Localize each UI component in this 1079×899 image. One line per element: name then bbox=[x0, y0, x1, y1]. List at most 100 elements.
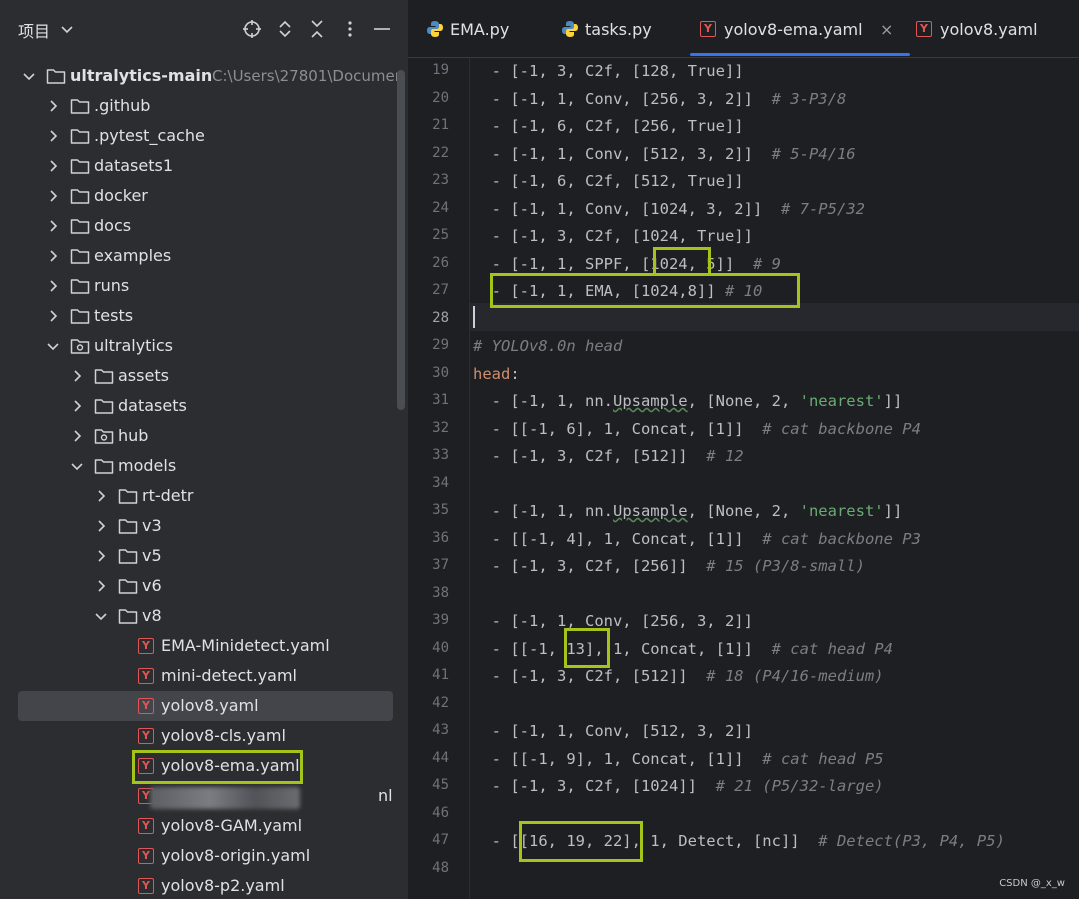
folder-icon bbox=[118, 609, 138, 624]
line-number: 47 bbox=[432, 832, 449, 848]
tree-item[interactable]: Yyolov8-ema.yaml bbox=[0, 751, 408, 781]
tree-item[interactable]: Ymini-detect.yaml bbox=[0, 661, 408, 691]
chevron-right-icon[interactable] bbox=[46, 309, 60, 323]
tree-item[interactable]: ultralytics-main C:\Users\27801\Documen bbox=[0, 61, 408, 91]
code-line: - [[-1, 6], 1, Concat, [1]] # cat backbo… bbox=[473, 418, 921, 440]
tree-item[interactable]: docs bbox=[0, 211, 408, 241]
close-tab-icon[interactable]: × bbox=[880, 20, 893, 39]
code-token: # 9 bbox=[752, 254, 781, 273]
chevron-right-icon[interactable] bbox=[94, 489, 108, 503]
editor-tab-label: yolov8.yaml bbox=[940, 20, 1038, 39]
editor-tab[interactable]: EMA.py bbox=[426, 0, 546, 58]
chevron-right-icon[interactable] bbox=[94, 519, 108, 533]
tree-item[interactable]: .pytest_cache bbox=[0, 121, 408, 151]
tree-item[interactable]: Y EMA-Minidetect.yaml bbox=[0, 631, 408, 661]
expand-all-icon[interactable] bbox=[275, 19, 295, 39]
code-token: - [-1, 1, Conv, [1024, 3, 2]] bbox=[473, 199, 781, 218]
chevron-right-icon[interactable] bbox=[46, 249, 60, 263]
chevron-right-icon[interactable] bbox=[46, 159, 60, 173]
code-line: - [-1, 3, C2f, [1024]] # 21 (P5/32-large… bbox=[473, 775, 884, 797]
tree-item[interactable]: tests bbox=[0, 301, 408, 331]
chevron-right-icon[interactable] bbox=[46, 189, 60, 203]
yaml-file-icon: Y bbox=[916, 21, 932, 37]
folder-icon bbox=[70, 99, 90, 114]
code-token: # cat head P4 bbox=[771, 639, 893, 658]
locate-icon[interactable] bbox=[242, 19, 262, 39]
code-line: # YOLOv8.0n head bbox=[473, 335, 622, 357]
code-token: ]] bbox=[883, 392, 903, 410]
project-panel: 项目 ultralytics-main C:\Users\27801\Docume… bbox=[0, 0, 408, 899]
chevron-right-icon[interactable] bbox=[46, 129, 60, 143]
tree-item[interactable]: docker bbox=[0, 181, 408, 211]
chevron-right-icon[interactable] bbox=[70, 429, 84, 443]
tree-item-label: v8 bbox=[142, 606, 162, 625]
code-line: - [-1, 6, C2f, [512, True]] bbox=[473, 170, 744, 192]
chevron-down-icon[interactable] bbox=[94, 609, 108, 623]
editor-tab[interactable]: Yyolov8-ema.yaml × bbox=[690, 0, 910, 58]
tree-item[interactable]: Yyolov8.yaml bbox=[18, 691, 393, 721]
yaml-file-icon: Y bbox=[138, 818, 154, 834]
folder-icon bbox=[118, 519, 138, 534]
tree-item[interactable]: runs bbox=[0, 271, 408, 301]
tree-item[interactable]: assets bbox=[0, 361, 408, 391]
line-number: 44 bbox=[432, 749, 449, 766]
tree-item[interactable]: Yyolov8-GAM.yaml bbox=[0, 811, 408, 841]
chevron-right-icon[interactable] bbox=[46, 219, 60, 233]
code-token: , [None, 2, bbox=[687, 392, 800, 410]
tree-item[interactable]: datasets bbox=[0, 391, 408, 421]
folder-icon bbox=[70, 129, 90, 144]
tree-item[interactable]: Yyolov8-cls.yaml bbox=[0, 721, 408, 751]
chevron-right-icon[interactable] bbox=[70, 369, 84, 383]
tree-item[interactable]: examples bbox=[0, 241, 408, 271]
yaml-file-icon: Y bbox=[138, 758, 154, 774]
chevron-down-icon[interactable] bbox=[60, 22, 74, 36]
package-folder-icon bbox=[70, 339, 90, 354]
chevron-down-icon[interactable] bbox=[70, 459, 84, 473]
tree-item[interactable]: v3 bbox=[0, 511, 408, 541]
hide-panel-icon[interactable] bbox=[372, 19, 392, 39]
folder-icon bbox=[118, 579, 138, 594]
tree-item-label: tests bbox=[94, 306, 134, 325]
code-line: - [-1, 1, Conv, [512, 3, 2]] bbox=[473, 720, 753, 742]
tree-item[interactable]: v6 bbox=[0, 571, 408, 601]
tree-item[interactable]: rt-detr bbox=[0, 481, 408, 511]
more-options-icon[interactable] bbox=[340, 19, 360, 39]
collapse-all-icon[interactable] bbox=[307, 19, 327, 39]
tree-item-label: models bbox=[118, 456, 177, 475]
tree-item[interactable]: v8 bbox=[0, 601, 408, 631]
line-number: 19 bbox=[432, 62, 449, 78]
chevron-right-icon[interactable] bbox=[46, 99, 60, 113]
code-token: - [[16, 19, 22], 1, Detect, [nc]] bbox=[473, 832, 819, 850]
chevron-right-icon[interactable] bbox=[70, 399, 84, 413]
tree-item[interactable]: ultralytics bbox=[0, 331, 408, 361]
line-number: 24 bbox=[432, 199, 449, 216]
tree-item[interactable]: models bbox=[0, 451, 408, 481]
tree-item-label: rt-detr bbox=[142, 486, 194, 505]
tree-item-label: .github bbox=[94, 96, 151, 115]
code-line: - [-1, 3, C2f, [512]] # 18 (P4/16-medium… bbox=[473, 665, 884, 687]
editor-tab[interactable]: tasks.py bbox=[561, 0, 686, 58]
chevron-right-icon[interactable] bbox=[94, 579, 108, 593]
line-number-gutter: 19 20 21 22 23 24 25 26 27 28 29 30 31 32 33 34 35 36 37 38… bbox=[408, 58, 470, 899]
line-number: 20 bbox=[432, 89, 449, 106]
code-line: - [-1, 1, Conv, [512, 3, 2]] # 5-P4/16 bbox=[473, 143, 856, 165]
line-number: 23 bbox=[432, 172, 449, 188]
project-panel-title[interactable]: 项目 bbox=[18, 18, 50, 42]
yaml-file-icon: Y bbox=[700, 21, 716, 37]
chevron-down-icon[interactable] bbox=[46, 339, 60, 353]
chevron-down-icon[interactable] bbox=[22, 69, 36, 83]
editor-tab[interactable]: Yyolov8.yaml bbox=[916, 0, 1056, 58]
tree-item[interactable]: hub bbox=[0, 421, 408, 451]
yaml-file-icon: Y bbox=[138, 638, 154, 654]
tree-item[interactable]: Yyolov8-p2.yaml bbox=[0, 871, 408, 899]
tree-item-label: mini-detect.yaml bbox=[161, 666, 297, 685]
tree-item[interactable]: Yyolov8-origin.yaml bbox=[0, 841, 408, 871]
project-scrollbar[interactable] bbox=[397, 70, 405, 410]
tree-item[interactable]: datasets1 bbox=[0, 151, 408, 181]
tree-item[interactable]: v5 bbox=[0, 541, 408, 571]
chevron-right-icon[interactable] bbox=[94, 549, 108, 563]
tree-item[interactable]: .github bbox=[0, 91, 408, 121]
code-token: - [-1, 6, C2f, [512, True]] bbox=[473, 172, 744, 190]
chevron-right-icon[interactable] bbox=[46, 279, 60, 293]
text-caret bbox=[473, 306, 475, 328]
